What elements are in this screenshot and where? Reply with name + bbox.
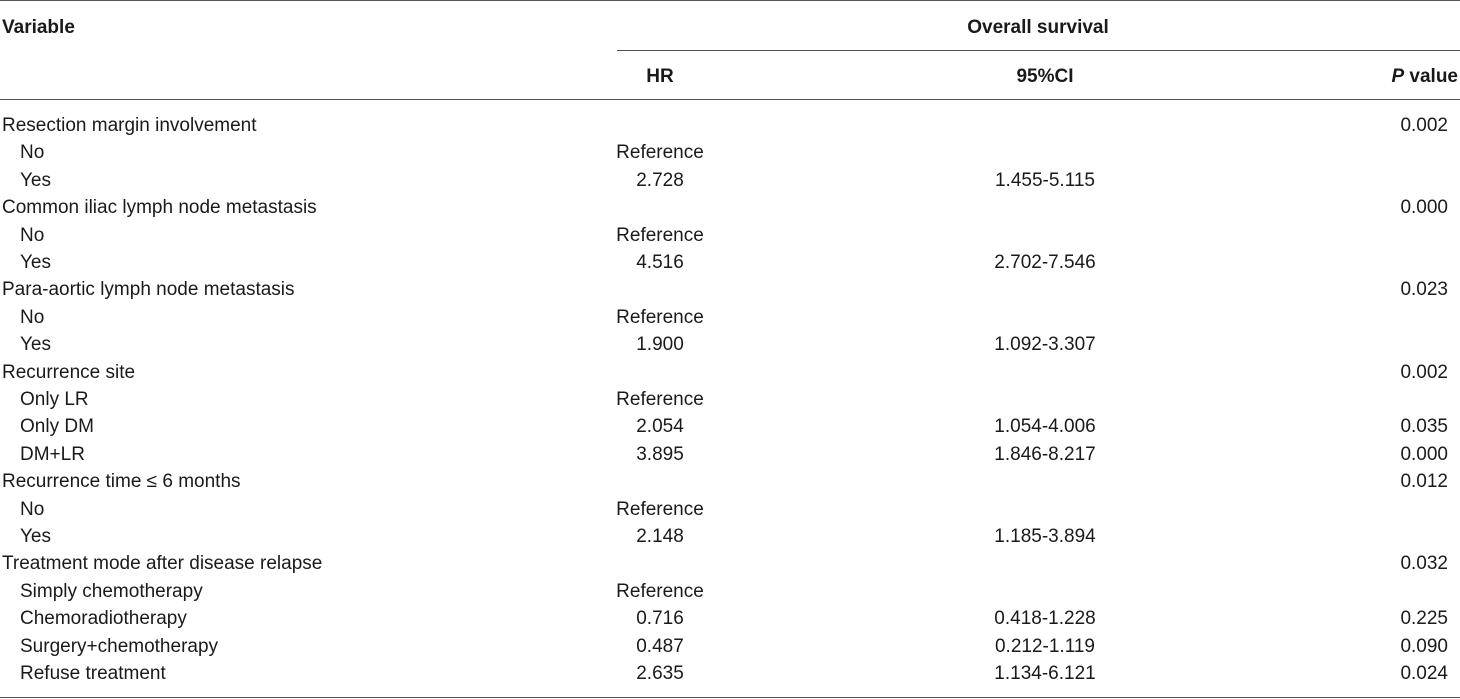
p-value-cell: 0.035 bbox=[1400, 416, 1448, 438]
hr-cell: 0.487 bbox=[636, 635, 684, 657]
subcategory-label: Surgery+chemotherapy bbox=[20, 635, 219, 657]
ci-cell: 1.054-4.006 bbox=[994, 416, 1096, 438]
variable-label: Resection margin involvement bbox=[2, 115, 257, 136]
p-value-cell: 0.002 bbox=[1400, 115, 1448, 136]
variable-label: Para-aortic lymph node metastasis bbox=[2, 279, 295, 301]
subcategory-label: Chemoradiotherapy bbox=[20, 608, 187, 630]
hr-cell: 2.054 bbox=[636, 416, 684, 438]
subcategory-label: No bbox=[20, 142, 45, 164]
p-value-cell: 0.000 bbox=[1400, 197, 1448, 219]
subcategory-label: Refuse treatment bbox=[20, 663, 166, 684]
hr-cell: 0.716 bbox=[636, 608, 684, 630]
table-row: Only DM 2.054 1.054-4.006 0.035 bbox=[0, 413, 1460, 440]
ci-cell: 1.185-3.894 bbox=[994, 526, 1096, 547]
subcategory-label: Only LR bbox=[20, 389, 89, 410]
p-value-cell: 0.032 bbox=[1400, 553, 1448, 575]
table-row: Yes 4.516 2.702-7.546 bbox=[0, 249, 1460, 276]
group-rule bbox=[617, 50, 1460, 51]
hr-cell: 1.900 bbox=[636, 334, 684, 356]
table-row: Only LR Reference bbox=[0, 386, 1460, 413]
ci-cell: 1.134-6.121 bbox=[994, 663, 1096, 684]
table-row: Yes 2.728 1.455-5.115 bbox=[0, 167, 1460, 194]
table-row: Para-aortic lymph node metastasis 0.023 bbox=[0, 276, 1460, 303]
table-row: Common iliac lymph node metastasis 0.000 bbox=[0, 194, 1460, 221]
ci-cell: 0.418-1.228 bbox=[994, 608, 1096, 630]
table-row: Recurrence time ≤ 6 months 0.012 bbox=[0, 468, 1460, 495]
ci-cell: 0.212-1.119 bbox=[994, 635, 1095, 657]
subcategory-label: No bbox=[20, 306, 45, 328]
subcategory-label: Yes bbox=[20, 169, 51, 191]
header-p-value: P value bbox=[1391, 66, 1458, 88]
variable-label: Treatment mode after disease relapse bbox=[2, 553, 323, 575]
bottom-rule bbox=[0, 697, 1460, 698]
p-value-cell: 0.012 bbox=[1400, 471, 1448, 493]
top-rule bbox=[0, 0, 1460, 1]
hr-cell: 3.895 bbox=[636, 443, 684, 465]
table-row: Surgery+chemotherapy 0.487 0.212-1.119 0.09… bbox=[0, 633, 1460, 660]
subcategory-label: No bbox=[20, 224, 45, 246]
subcategory-label: Only DM bbox=[20, 416, 94, 438]
hr-cell: Reference bbox=[616, 389, 704, 410]
table-row: No Reference bbox=[0, 304, 1460, 331]
p-value-cell: 0.225 bbox=[1400, 608, 1448, 630]
hr-cell: 2.635 bbox=[636, 663, 684, 684]
header-ci: 95%CI bbox=[1016, 66, 1074, 87]
table-row: Recurrence site 0.002 bbox=[0, 359, 1460, 386]
hr-cell: 4.516 bbox=[636, 252, 684, 273]
ci-cell: 1.455-5.115 bbox=[994, 169, 1095, 191]
table-row: No Reference bbox=[0, 139, 1460, 166]
table-row: No Reference bbox=[0, 222, 1460, 249]
header-p-rest: value bbox=[1404, 66, 1458, 87]
subcategory-label: Yes bbox=[20, 252, 51, 273]
p-value-cell: 0.000 bbox=[1400, 443, 1448, 465]
subcategory-label: No bbox=[20, 498, 45, 520]
ci-cell: 1.846-8.217 bbox=[994, 443, 1096, 465]
table-row: No Reference bbox=[0, 496, 1460, 523]
header-p-italic: P bbox=[1391, 66, 1405, 87]
table-row: Refuse treatment 2.635 1.134-6.121 0.024 bbox=[0, 660, 1460, 687]
hr-cell: Reference bbox=[616, 306, 704, 328]
table-row: Simply chemotherapy Reference bbox=[0, 578, 1460, 605]
p-value-cell: 0.023 bbox=[1400, 279, 1448, 301]
subcategory-label: Yes bbox=[20, 526, 51, 547]
table-row: Yes 2.148 1.185-3.894 bbox=[0, 523, 1460, 550]
survival-table: Variable Overall survival HR 95%CI P val… bbox=[0, 0, 1460, 699]
subcategory-label: Simply chemotherapy bbox=[20, 580, 203, 602]
ci-cell: 1.092-3.307 bbox=[994, 334, 1096, 356]
hr-cell: 2.728 bbox=[636, 169, 684, 191]
header-variable: Variable bbox=[2, 17, 75, 38]
hr-cell: 2.148 bbox=[636, 526, 684, 547]
variable-label: Recurrence time ≤ 6 months bbox=[2, 471, 241, 493]
table-row: Treatment mode after disease relapse 0.03… bbox=[0, 550, 1460, 577]
subcategory-label: Yes bbox=[20, 334, 51, 356]
header-overall-survival: Overall survival bbox=[967, 17, 1109, 38]
hr-cell: Reference bbox=[616, 498, 704, 520]
hr-cell: Reference bbox=[616, 142, 704, 164]
p-value-cell: 0.024 bbox=[1400, 663, 1448, 684]
table-row: Resection margin involvement 0.002 bbox=[0, 112, 1460, 139]
variable-label: Recurrence site bbox=[2, 361, 136, 383]
p-value-cell: 0.002 bbox=[1400, 361, 1448, 383]
hr-cell: Reference bbox=[616, 580, 704, 602]
ci-cell: 2.702-7.546 bbox=[994, 252, 1096, 273]
table-row: Chemoradiotherapy 0.716 0.418-1.228 0.225 bbox=[0, 605, 1460, 632]
header-bottom-rule bbox=[0, 99, 1460, 100]
table-row: Yes 1.900 1.092-3.307 bbox=[0, 331, 1460, 358]
header-hr: HR bbox=[646, 66, 674, 87]
variable-label: Common iliac lymph node metastasis bbox=[2, 197, 317, 219]
table-row: DM+LR 3.895 1.846-8.217 0.000 bbox=[0, 441, 1460, 468]
hr-cell: Reference bbox=[616, 224, 704, 246]
subcategory-label: DM+LR bbox=[20, 443, 85, 465]
p-value-cell: 0.090 bbox=[1400, 635, 1448, 657]
